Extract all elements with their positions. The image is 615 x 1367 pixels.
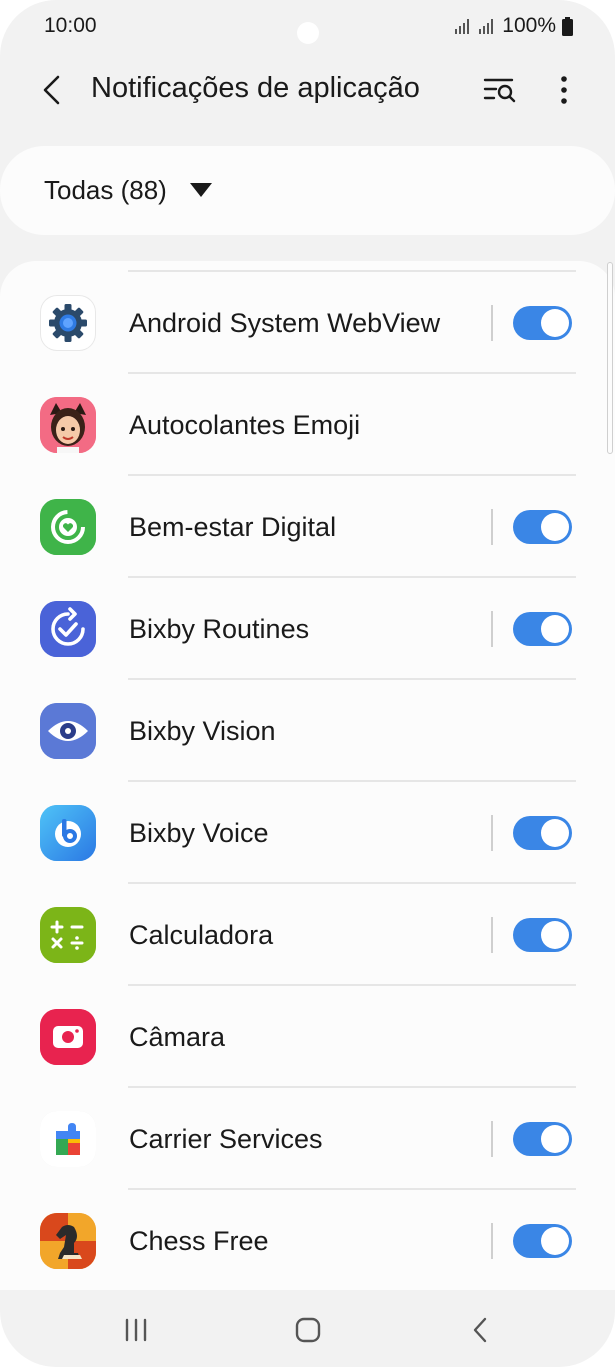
app-row-carrier-services[interactable]: Carrier Services bbox=[0, 1088, 615, 1190]
notification-toggle[interactable] bbox=[513, 918, 572, 952]
app-name: Autocolantes Emoji bbox=[129, 410, 361, 440]
home-icon bbox=[295, 1317, 321, 1343]
filter-label: Todas (88) bbox=[44, 175, 167, 205]
separator bbox=[491, 815, 493, 851]
camera-icon bbox=[40, 1009, 96, 1065]
separator bbox=[491, 305, 493, 341]
more-options-button[interactable] bbox=[542, 68, 586, 112]
routines-check-icon bbox=[40, 601, 96, 657]
avatar-emoji-icon bbox=[40, 397, 96, 453]
app-name: Bixby Routines bbox=[129, 614, 310, 644]
nav-back-button[interactable] bbox=[450, 1308, 510, 1352]
status-bar: 10:00 100% bbox=[0, 0, 615, 56]
battery-percent: 100% bbox=[502, 14, 556, 37]
separator bbox=[491, 611, 493, 647]
gear-icon bbox=[40, 295, 96, 351]
app-row-bixby-vision[interactable]: Bixby Vision bbox=[0, 680, 615, 782]
recent-apps-button[interactable] bbox=[106, 1308, 166, 1352]
app-row-bixby-routines[interactable]: Bixby Routines bbox=[0, 578, 615, 680]
status-time: 10:00 bbox=[44, 14, 97, 37]
app-row-bixby-voice[interactable]: Bixby Voice bbox=[0, 782, 615, 884]
notification-toggle[interactable] bbox=[513, 1224, 572, 1258]
app-row-bem-estar-digital[interactable]: Bem-estar Digital bbox=[0, 476, 615, 578]
phone-screen: 10:00 100% Notificações de aplicação Tod… bbox=[0, 0, 615, 1367]
separator bbox=[491, 1121, 493, 1157]
filter-dropdown[interactable]: Todas (88) bbox=[0, 146, 615, 235]
app-row-calculadora[interactable]: Calculadora bbox=[0, 884, 615, 986]
notification-toggle[interactable] bbox=[513, 612, 572, 646]
list-search-icon bbox=[483, 78, 516, 103]
app-name: Bixby Vision bbox=[129, 716, 276, 746]
signal-icon bbox=[479, 19, 494, 34]
more-vertical-icon bbox=[561, 76, 567, 104]
status-indicators: 100% bbox=[454, 14, 573, 38]
navigation-bar bbox=[0, 1290, 615, 1367]
puzzle-icon bbox=[40, 1111, 96, 1167]
bixby-b-icon bbox=[40, 805, 96, 861]
recent-apps-icon bbox=[125, 1318, 147, 1342]
front-camera bbox=[297, 22, 319, 44]
home-button[interactable] bbox=[278, 1308, 338, 1352]
back-icon bbox=[473, 1317, 487, 1343]
app-name: Calculadora bbox=[129, 920, 274, 950]
app-name: Bixby Voice bbox=[129, 818, 269, 848]
search-button[interactable] bbox=[478, 68, 522, 112]
app-header: Notificações de aplicação bbox=[0, 56, 615, 126]
app-name: Android System WebView bbox=[129, 308, 441, 338]
app-row-autocolantes-emoji[interactable]: Autocolantes Emoji bbox=[0, 374, 615, 476]
app-name: Carrier Services bbox=[129, 1124, 323, 1154]
caret-down-icon bbox=[190, 183, 212, 197]
chevron-left-icon bbox=[43, 75, 60, 105]
app-row-android-system-webview[interactable]: Android System WebView bbox=[0, 272, 615, 374]
calculator-icon bbox=[40, 907, 96, 963]
notification-toggle[interactable] bbox=[513, 510, 572, 544]
wellbeing-icon bbox=[40, 499, 96, 555]
notification-toggle[interactable] bbox=[513, 816, 572, 850]
separator bbox=[491, 1223, 493, 1259]
scrollbar[interactable] bbox=[607, 262, 613, 454]
app-row-chess-free[interactable]: Chess Free bbox=[0, 1190, 615, 1290]
notification-toggle[interactable] bbox=[513, 306, 572, 340]
battery-icon bbox=[562, 16, 573, 36]
app-name: Bem-estar Digital bbox=[129, 512, 337, 542]
chess-knight-icon bbox=[40, 1213, 96, 1269]
app-row-camara[interactable]: Câmara bbox=[0, 986, 615, 1088]
page-title: Notificações de aplicação bbox=[91, 72, 420, 104]
app-name: Câmara bbox=[129, 1022, 226, 1052]
signal-icon bbox=[455, 19, 470, 34]
eye-icon bbox=[40, 703, 96, 759]
notification-toggle[interactable] bbox=[513, 1122, 572, 1156]
separator bbox=[491, 509, 493, 545]
separator bbox=[491, 917, 493, 953]
app-list: Android System WebView Autocolantes Emoj… bbox=[0, 261, 615, 1290]
back-button[interactable] bbox=[30, 68, 74, 112]
app-name: Chess Free bbox=[129, 1226, 269, 1256]
